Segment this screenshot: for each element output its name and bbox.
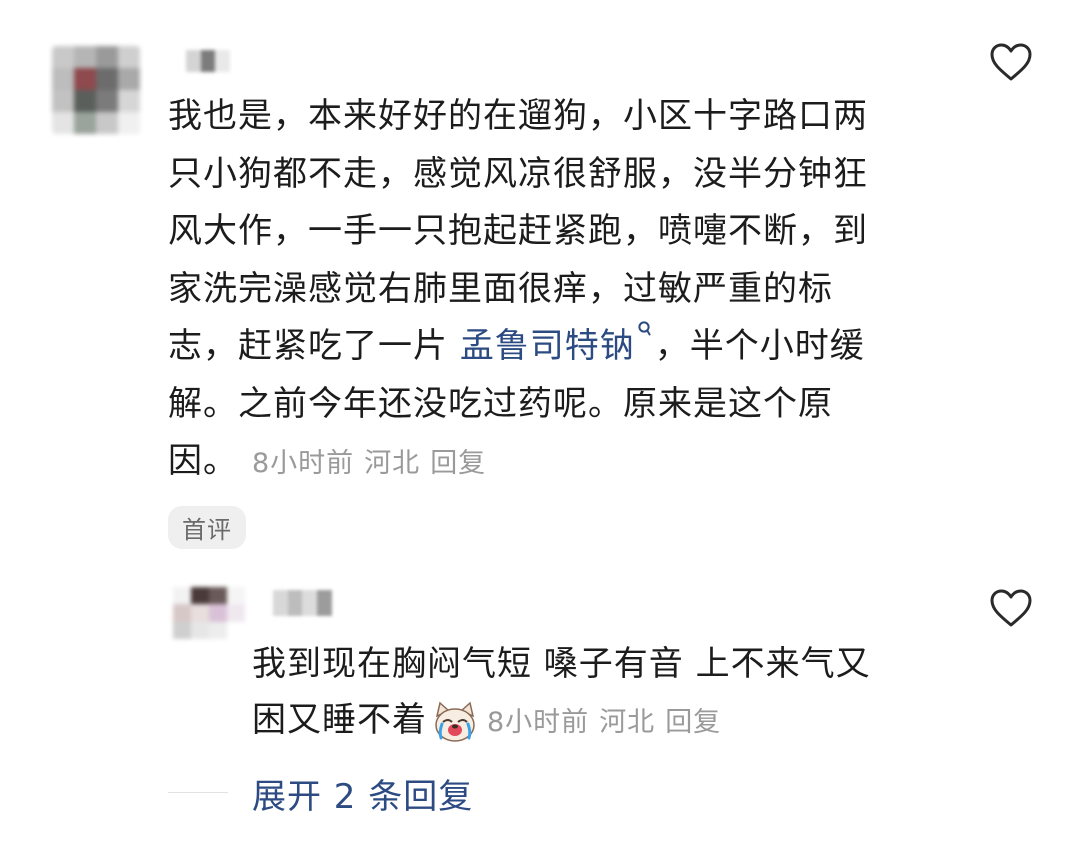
comment-time: 8小时前 [252, 448, 355, 479]
comment-line: 我也是，本来好好的在遛狗，小区十字路口两 [168, 96, 868, 136]
reply-avatar[interactable] [173, 587, 245, 639]
comment-line-segment: 因。 [168, 441, 238, 481]
comment-line-segment: 志，赶紧吃了一片 [168, 326, 460, 366]
like-button[interactable] [989, 42, 1033, 86]
reply-username[interactable] [258, 590, 332, 616]
reply-line-segment: 困又睡不着 [252, 700, 427, 740]
reply-line: 我到现在胸闷气短 嗓子有音 上不来气又 [252, 644, 871, 684]
reply-button[interactable]: 回复 [430, 448, 486, 479]
comment-meta: 8小时前 河北 回复 [252, 448, 496, 479]
comment-location: 河北 [364, 448, 421, 479]
comment-line: 家洗完澡感觉右肺里面很痒，过敏严重的标 [168, 268, 833, 309]
comment-line: 风大作，一手一只抱起赶紧跑，喷嚏不断，到 [168, 211, 868, 251]
search-icon [635, 318, 655, 348]
reply-time: 8小时前 [487, 707, 590, 738]
comment-line-segment: ，半个小时缓 [654, 326, 865, 366]
reply-location: 河北 [599, 707, 656, 738]
comment-body: 我也是，本来好好的在遛狗，小区十字路口两 只小狗都不走，感觉风凉很舒服，没半分钟… [168, 88, 928, 493]
reply-like-button[interactable] [989, 588, 1033, 632]
reply-body: 我到现在胸闷气短 嗓子有音 上不来气又 困又睡不着 8小时前 河北 回复 [252, 636, 952, 751]
search-link[interactable]: 孟鲁司特钠 [459, 321, 655, 366]
heart-outline-icon [990, 589, 1032, 627]
comment-line: 志，赶紧吃了一片 孟鲁司特钠 ，半个小时缓 [168, 318, 928, 376]
first-comment-badge: 首评 [168, 506, 246, 549]
reply-meta: 8小时前 河北 回复 [487, 707, 731, 738]
comment-line: 因。 8小时前 河北 回复 [168, 433, 928, 493]
commenter-username[interactable] [186, 50, 230, 72]
reply-reply-button[interactable]: 回复 [665, 707, 721, 738]
comment-line: 解。之前今年还没吃过药呢。原来是这个原 [168, 383, 833, 424]
expand-replies-button[interactable]: 展开 2 条回复 [252, 769, 473, 818]
heart-outline-icon [990, 43, 1032, 81]
commenter-avatar[interactable] [52, 46, 140, 134]
crying-dog-emoji [435, 701, 475, 742]
comment-line: 只小狗都不走，感觉风凉很舒服，没半分钟狂 [168, 153, 868, 194]
search-link-text: 孟鲁司特钠 [459, 326, 635, 366]
expand-divider [168, 792, 228, 793]
reply-line: 困又睡不着 8小时前 河北 回复 [252, 692, 952, 751]
